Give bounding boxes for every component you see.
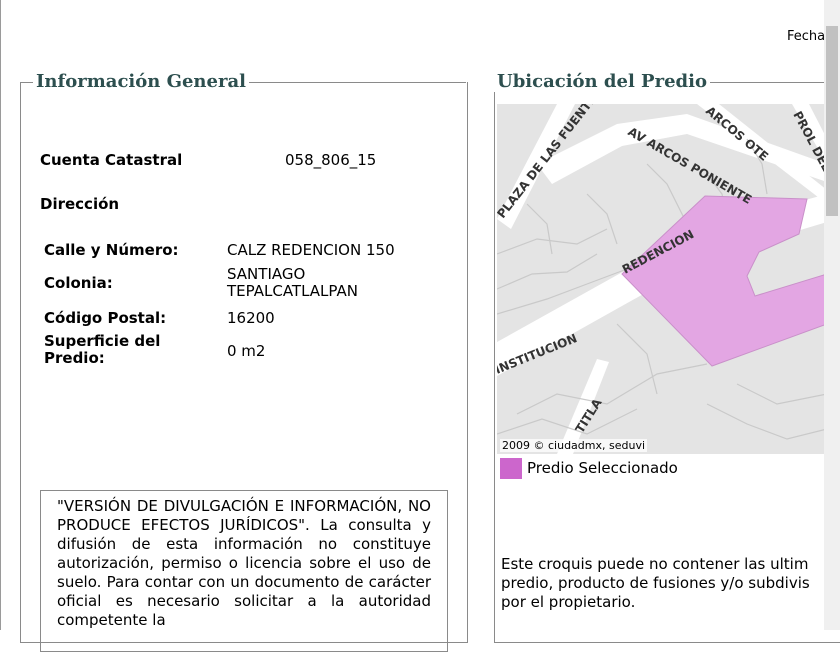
ubicacion-predio-title: Ubicación del Predio bbox=[494, 71, 710, 92]
croquis-disclaimer: Este croquis puede no contener las ultim… bbox=[501, 555, 831, 612]
calle-value: CALZ REDENCION 150 bbox=[227, 241, 395, 259]
colonia-value-line-2: TEPALCATLALPAN bbox=[227, 282, 358, 300]
window-left-border bbox=[0, 0, 1, 630]
superficie-value: 0 m2 bbox=[227, 342, 266, 360]
map-credit: 2009 © ciudadmx, seduvi bbox=[500, 439, 648, 452]
superficie-label-line-2: Predio: bbox=[44, 349, 105, 367]
croquis-disclaimer-line-1: Este croquis puede no contener las ultim bbox=[501, 555, 809, 573]
croquis-disclaimer-line-3: por el propietario. bbox=[501, 593, 636, 611]
scrollbar-thumb[interactable] bbox=[826, 26, 838, 216]
colonia-label: Colonia: bbox=[44, 274, 113, 292]
predio-legend-swatch bbox=[500, 458, 522, 479]
divulgacion-notice-box: "VERSIÓN DE DIVULGACIÓN E INFORMACIÓN, N… bbox=[40, 490, 448, 652]
superficie-label: Superficie del Predio: bbox=[44, 333, 160, 367]
fecha-label: Fecha bbox=[787, 29, 826, 44]
informacion-general-title: Información General bbox=[33, 71, 249, 92]
divulgacion-notice-text: "VERSIÓN DE DIVULGACIÓN E INFORMACIÓN, N… bbox=[57, 497, 431, 629]
calle-label: Calle y Número: bbox=[44, 241, 179, 259]
superficie-label-line-1: Superficie del bbox=[44, 332, 161, 350]
colonia-value-line-1: SANTIAGO bbox=[227, 265, 306, 283]
predio-map[interactable]: PLAZA DE LAS FUENTES ARCOS OTE PROL DEL … bbox=[497, 104, 827, 454]
croquis-disclaimer-line-2: predio, producto de fusiones y/o subdivi… bbox=[501, 574, 810, 592]
map-canvas: PLAZA DE LAS FUENTES ARCOS OTE PROL DEL … bbox=[497, 104, 827, 454]
colonia-value: SANTIAGO TEPALCATLALPAN bbox=[227, 266, 358, 300]
codigo-postal-label: Código Postal: bbox=[44, 309, 167, 327]
predio-legend-label: Predio Seleccionado bbox=[527, 459, 678, 477]
cuenta-catastral-label: Cuenta Catastral bbox=[40, 151, 183, 169]
codigo-postal-value: 16200 bbox=[227, 309, 275, 327]
direccion-label: Dirección bbox=[40, 195, 120, 213]
cuenta-catastral-value: 058_806_15 bbox=[285, 151, 377, 169]
